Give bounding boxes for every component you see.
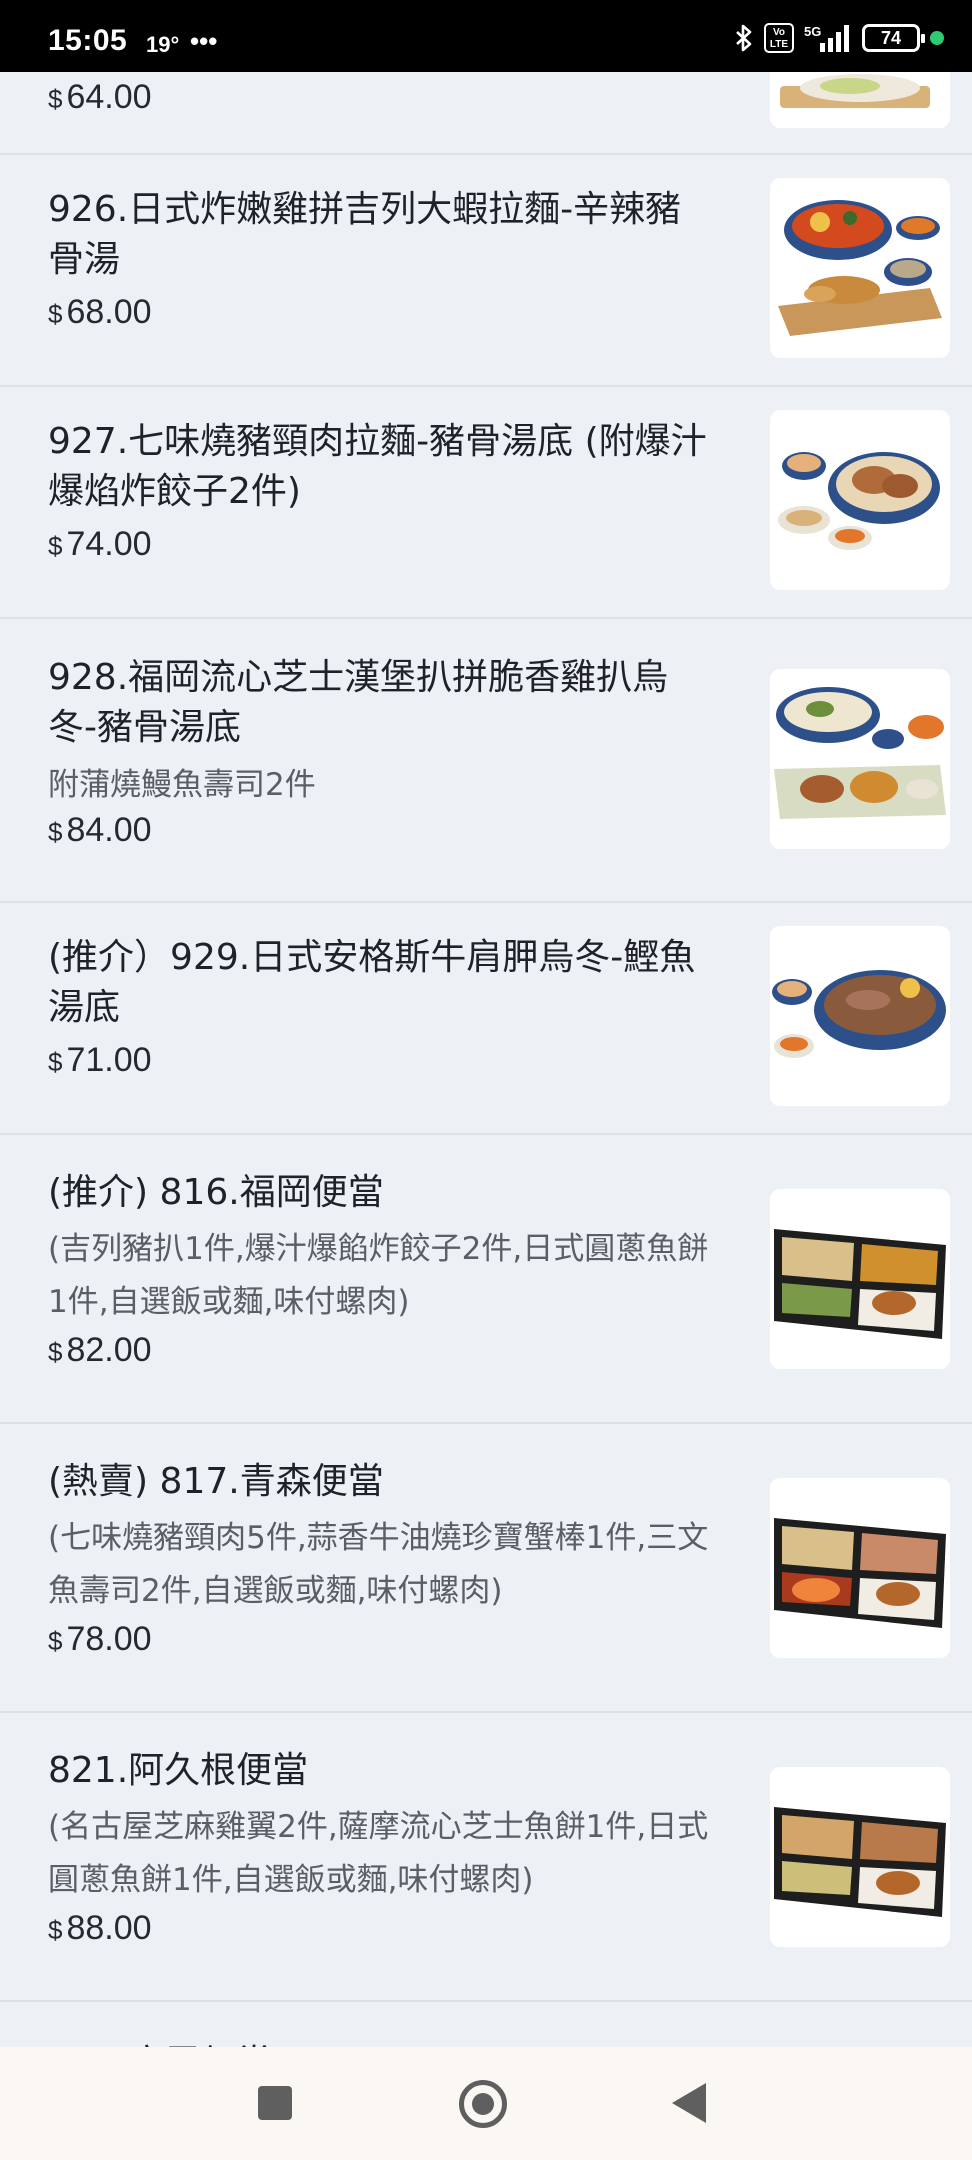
item-currency: $ — [48, 299, 63, 329]
item-currency: $ — [48, 84, 63, 114]
status-time: 15:05 — [48, 24, 128, 57]
signal-5g-icon: 5G — [804, 23, 852, 53]
menu-item[interactable]: 927.七味燒豬頸肉拉麵-豬骨湯底 (附爆汁爆焰炸餃子2件) $74.00 — [0, 387, 972, 619]
status-icons: Vo LTE 5G 74 — [734, 22, 944, 54]
menu-item[interactable]: 827.鹿屋便當 — [0, 2002, 972, 2047]
status-temperature: 19° — [146, 32, 180, 57]
item-image[interactable] — [770, 926, 950, 1106]
home-button[interactable] — [459, 2080, 507, 2128]
item-image[interactable] — [770, 178, 950, 358]
item-description: (名古屋芝麻雞翼2件,薩摩流心芝士魚餅1件,日式圓蔥魚餅1件,自選飯或麵,味付螺… — [48, 1809, 709, 1898]
status-more-icon: ••• — [190, 26, 218, 56]
item-name: 821.阿久根便當 — [48, 1750, 309, 1791]
item-description: (吉列豬扒1件,爆汁爆餡炸餃子2件,日式圓蔥魚餅1件,自選飯或麵,味付螺肉) — [48, 1231, 709, 1320]
menu-item[interactable]: (熱賣) 817.青森便當 (七味燒豬頸肉5件,蒜香牛油燒珍寶蟹棒1件,三文魚壽… — [0, 1424, 972, 1713]
item-price-value: 82.00 — [66, 1331, 152, 1369]
item-image[interactable] — [770, 1189, 950, 1369]
bento-box-icon — [774, 1518, 946, 1628]
navigation-bar — [0, 2047, 972, 2160]
item-currency: $ — [48, 1047, 63, 1077]
ramen-dumpling-set-icon — [778, 452, 940, 550]
menu-item[interactable]: $64.00 — [0, 72, 972, 155]
recents-button[interactable] — [258, 2086, 292, 2120]
item-price: $64.00 — [48, 78, 152, 117]
bluetooth-icon — [734, 23, 754, 53]
item-price: $88.00 — [48, 1909, 152, 1948]
item-price: $84.00 — [48, 811, 152, 850]
volte-icon: Vo LTE — [764, 23, 794, 53]
menu-item[interactable]: (推介）929.日式安格斯牛肩胛烏冬-鰹魚湯底 $71.00 — [0, 903, 972, 1135]
item-image[interactable] — [770, 1478, 950, 1658]
bento-box-icon — [774, 1807, 946, 1917]
udon-platter-set-icon — [774, 687, 946, 819]
item-price: $74.00 — [48, 525, 152, 564]
item-price: $68.00 — [48, 293, 152, 332]
item-price-value: 74.00 — [66, 525, 152, 563]
item-currency: $ — [48, 531, 63, 561]
battery-icon: 74 — [862, 24, 925, 52]
item-currency: $ — [48, 1337, 63, 1367]
item-price-value: 84.00 — [66, 811, 152, 849]
item-price: $78.00 — [48, 1620, 152, 1659]
item-name: 926.日式炸嫩雞拼吉列大蝦拉麵-辛辣豬骨湯 — [48, 189, 682, 280]
menu-item[interactable]: 821.阿久根便當 (名古屋芝麻雞翼2件,薩摩流心芝士魚餅1件,日式圓蔥魚餅1件… — [0, 1713, 972, 2002]
item-price: $82.00 — [48, 1331, 152, 1370]
item-description: (七味燒豬頸肉5件,蒜香牛油燒珍寶蟹棒1件,三文魚壽司2件,自選飯或麵,味付螺肉… — [48, 1520, 709, 1609]
item-name: 928.福岡流心芝士漢堡扒拼脆香雞扒烏冬-豬骨湯底 — [48, 657, 669, 748]
menu-item[interactable]: 928.福岡流心芝士漢堡扒拼脆香雞扒烏冬-豬骨湯底 附蒲燒鰻魚壽司2件 $84.… — [0, 619, 972, 903]
svg-text:5G: 5G — [804, 24, 821, 39]
item-price-value: 78.00 — [66, 1620, 152, 1658]
item-currency: $ — [48, 1915, 63, 1945]
item-name: (推介）929.日式安格斯牛肩胛烏冬-鰹魚湯底 — [48, 937, 696, 1028]
status-bar: 15:05 19° ••• Vo LTE 5G 74 — [0, 0, 972, 72]
bento-box-icon — [774, 1229, 946, 1339]
item-image[interactable] — [770, 72, 950, 128]
item-name: 927.七味燒豬頸肉拉麵-豬骨湯底 (附爆汁爆焰炸餃子2件) — [48, 421, 707, 512]
item-name: (熱賣) 817.青森便當 — [48, 1461, 384, 1502]
item-currency: $ — [48, 817, 63, 847]
item-name: (推介) 816.福岡便當 — [48, 1172, 384, 1213]
ramen-set-icon — [778, 200, 942, 336]
menu-list[interactable]: $64.00 926.日式炸嫩雞拼吉列大蝦拉麵-辛辣豬骨湯 $68.00 927… — [0, 72, 972, 2047]
beef-udon-set-icon — [772, 970, 946, 1058]
back-button[interactable] — [672, 2083, 706, 2123]
item-image[interactable] — [770, 1767, 950, 1947]
privacy-indicator-icon — [930, 31, 944, 45]
item-price-value: 71.00 — [66, 1041, 152, 1079]
item-price: $71.00 — [48, 1041, 152, 1080]
item-image[interactable] — [770, 669, 950, 849]
item-currency: $ — [48, 1626, 63, 1656]
item-price-value: 64.00 — [66, 78, 152, 116]
menu-item[interactable]: (推介) 816.福岡便當 (吉列豬扒1件,爆汁爆餡炸餃子2件,日式圓蔥魚餅1件… — [0, 1135, 972, 1424]
item-name: 827.鹿屋便當 — [48, 2039, 710, 2047]
food-bowl-icon — [780, 74, 930, 108]
menu-item[interactable]: 926.日式炸嫩雞拼吉列大蝦拉麵-辛辣豬骨湯 $68.00 — [0, 155, 972, 387]
item-price-value: 68.00 — [66, 293, 152, 331]
item-price-value: 88.00 — [66, 1909, 152, 1947]
item-description: 附蒲燒鰻魚壽司2件 — [48, 767, 316, 803]
item-image[interactable] — [770, 410, 950, 590]
